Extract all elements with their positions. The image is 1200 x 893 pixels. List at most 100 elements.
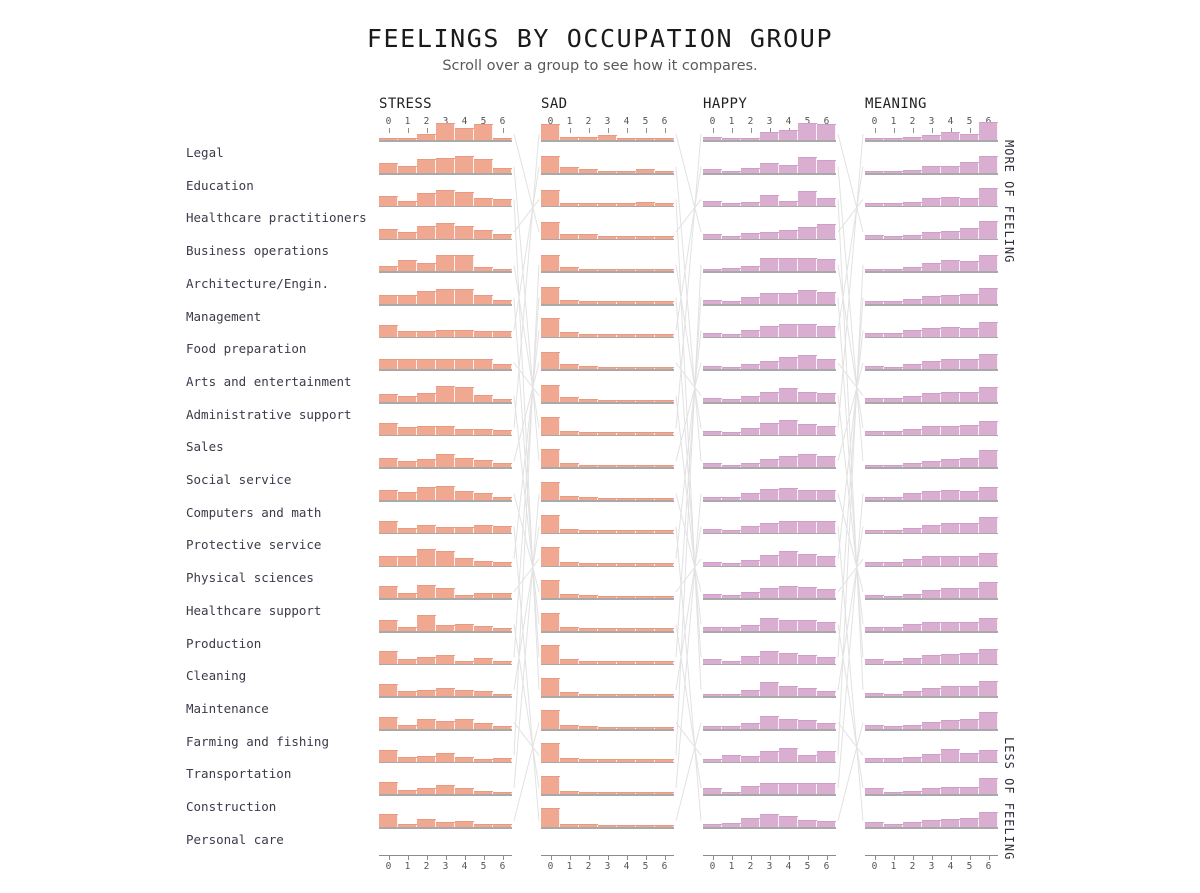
occupation-label[interactable]: Farming and fishing [186, 734, 329, 749]
histogram-cell[interactable] [541, 245, 674, 273]
histogram-cell[interactable] [379, 539, 512, 568]
occupation-label[interactable]: Transportation [186, 766, 291, 781]
occupation-label[interactable]: Maintenance [186, 701, 269, 716]
histogram-cell[interactable] [379, 735, 512, 764]
histogram-cell[interactable] [541, 278, 674, 306]
histogram-cell[interactable] [379, 179, 512, 208]
histogram-cell[interactable] [703, 572, 836, 600]
occupation-label[interactable]: Business operations [186, 243, 329, 258]
occupation-label[interactable]: Sales [186, 439, 224, 454]
occupation-label[interactable]: Management [186, 309, 261, 324]
histogram-cell[interactable] [865, 605, 998, 633]
histogram-cell[interactable] [541, 179, 674, 208]
histogram-cell[interactable] [865, 147, 998, 175]
occupation-label[interactable]: Administrative support [186, 407, 352, 422]
histogram-cell[interactable] [541, 408, 674, 437]
occupation-label[interactable]: Legal [186, 145, 224, 160]
histogram-cell[interactable] [865, 539, 998, 568]
histogram-cell[interactable] [379, 605, 512, 633]
histogram-cell[interactable] [865, 114, 998, 142]
histogram-cell[interactable] [865, 703, 998, 731]
histogram-cell[interactable] [703, 441, 836, 469]
histogram-cell[interactable] [379, 474, 512, 502]
histogram-cell[interactable] [865, 474, 998, 502]
histogram-cell[interactable] [865, 310, 998, 339]
histogram-cell[interactable] [703, 539, 836, 568]
histogram-cell[interactable] [541, 670, 674, 698]
histogram-cell[interactable] [379, 147, 512, 175]
histogram-cell[interactable] [865, 376, 998, 404]
histogram-cell[interactable] [541, 539, 674, 568]
histogram-cell[interactable] [379, 506, 512, 535]
histogram-cell[interactable] [703, 768, 836, 796]
occupation-label[interactable]: Education [186, 178, 254, 193]
histogram-cell[interactable] [865, 506, 998, 535]
histogram-cell[interactable] [703, 376, 836, 404]
histogram-cell[interactable] [703, 605, 836, 633]
histogram-cell[interactable] [541, 212, 674, 241]
histogram-cell[interactable] [379, 343, 512, 371]
histogram-cell[interactable] [379, 670, 512, 698]
histogram-cell[interactable] [541, 637, 674, 666]
histogram-cell[interactable] [379, 801, 512, 829]
histogram-cell[interactable] [703, 735, 836, 764]
occupation-label[interactable]: Healthcare practitioners [186, 210, 367, 225]
histogram-cell[interactable] [541, 735, 674, 764]
histogram-cell[interactable] [541, 506, 674, 535]
occupation-label[interactable]: Physical sciences [186, 570, 314, 585]
histogram-cell[interactable] [703, 506, 836, 535]
histogram-cell[interactable] [703, 212, 836, 241]
histogram-cell[interactable] [703, 147, 836, 175]
histogram-cell[interactable] [865, 572, 998, 600]
histogram-cell[interactable] [541, 343, 674, 371]
histogram-cell[interactable] [865, 278, 998, 306]
occupation-label[interactable]: Food preparation [186, 341, 306, 356]
histogram-cell[interactable] [541, 474, 674, 502]
histogram-cell[interactable] [379, 212, 512, 241]
histogram-cell[interactable] [703, 703, 836, 731]
histogram-cell[interactable] [541, 310, 674, 339]
histogram-cell[interactable] [379, 408, 512, 437]
histogram-cell[interactable] [865, 212, 998, 241]
histogram-cell[interactable] [541, 801, 674, 829]
histogram-cell[interactable] [379, 278, 512, 306]
histogram-cell[interactable] [703, 408, 836, 437]
histogram-cell[interactable] [865, 768, 998, 796]
histogram-cell[interactable] [703, 278, 836, 306]
histogram-cell[interactable] [379, 441, 512, 469]
histogram-cell[interactable] [379, 114, 512, 142]
histogram-cell[interactable] [541, 441, 674, 469]
histogram-cell[interactable] [541, 703, 674, 731]
histogram-cell[interactable] [379, 703, 512, 731]
occupation-label[interactable]: Computers and math [186, 505, 321, 520]
occupation-label[interactable]: Cleaning [186, 668, 246, 683]
occupation-label[interactable]: Arts and entertainment [186, 374, 352, 389]
histogram-cell[interactable] [703, 245, 836, 273]
occupation-label[interactable]: Social service [186, 472, 291, 487]
histogram-cell[interactable] [703, 343, 836, 371]
histogram-cell[interactable] [541, 147, 674, 175]
histogram-cell[interactable] [865, 670, 998, 698]
histogram-cell[interactable] [703, 474, 836, 502]
histogram-cell[interactable] [379, 768, 512, 796]
occupation-label[interactable]: Personal care [186, 832, 284, 847]
histogram-cell[interactable] [541, 114, 674, 142]
histogram-cell[interactable] [379, 376, 512, 404]
histogram-cell[interactable] [379, 637, 512, 666]
occupation-label[interactable]: Architecture/Engin. [186, 276, 329, 291]
histogram-cell[interactable] [541, 605, 674, 633]
histogram-cell[interactable] [865, 408, 998, 437]
occupation-label[interactable]: Healthcare support [186, 603, 321, 618]
histogram-cell[interactable] [379, 310, 512, 339]
histogram-cell[interactable] [865, 735, 998, 764]
histogram-cell[interactable] [703, 310, 836, 339]
histogram-cell[interactable] [703, 670, 836, 698]
histogram-cell[interactable] [703, 179, 836, 208]
histogram-cell[interactable] [541, 376, 674, 404]
histogram-cell[interactable] [865, 637, 998, 666]
histogram-cell[interactable] [865, 441, 998, 469]
histogram-cell[interactable] [703, 114, 836, 142]
occupation-label[interactable]: Protective service [186, 537, 321, 552]
occupation-label[interactable]: Construction [186, 799, 276, 814]
histogram-cell[interactable] [865, 245, 998, 273]
